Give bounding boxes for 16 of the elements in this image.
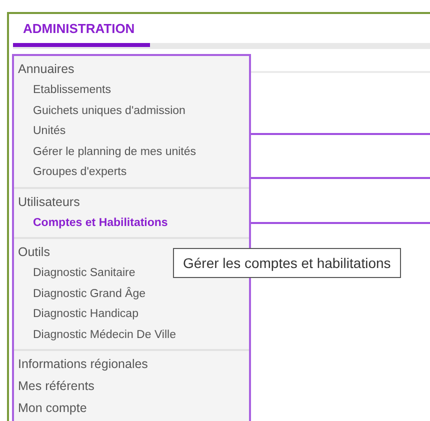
menu-item[interactable]: Gérer le planning de mes unités: [14, 142, 249, 162]
menu-item[interactable]: Diagnostic Handicap: [14, 304, 249, 324]
tooltip: Gérer les comptes et habilitations: [173, 248, 401, 278]
menu-item[interactable]: Annuaires: [14, 58, 249, 80]
menu-item[interactable]: Mon compte: [14, 397, 249, 419]
menu-item[interactable]: Groupes d'experts: [14, 162, 249, 182]
menu-item[interactable]: Mes référents: [14, 375, 249, 397]
menu-item[interactable]: Diagnostic Médecin De Ville: [14, 324, 249, 345]
menu-item[interactable]: Etablissements: [14, 80, 249, 100]
menu-item[interactable]: Comptes et Habilitations: [14, 212, 249, 233]
menu-item[interactable]: Unités: [14, 121, 249, 142]
menu-item[interactable]: Guichets uniques d'admission: [14, 100, 249, 121]
menu-item[interactable]: Utilisateurs: [14, 190, 249, 212]
page-title: ADMINISTRATION: [22, 20, 135, 38]
menu-item[interactable]: Diagnostic Grand Âge: [14, 284, 249, 304]
menu-item[interactable]: Informations régionales: [14, 353, 249, 375]
